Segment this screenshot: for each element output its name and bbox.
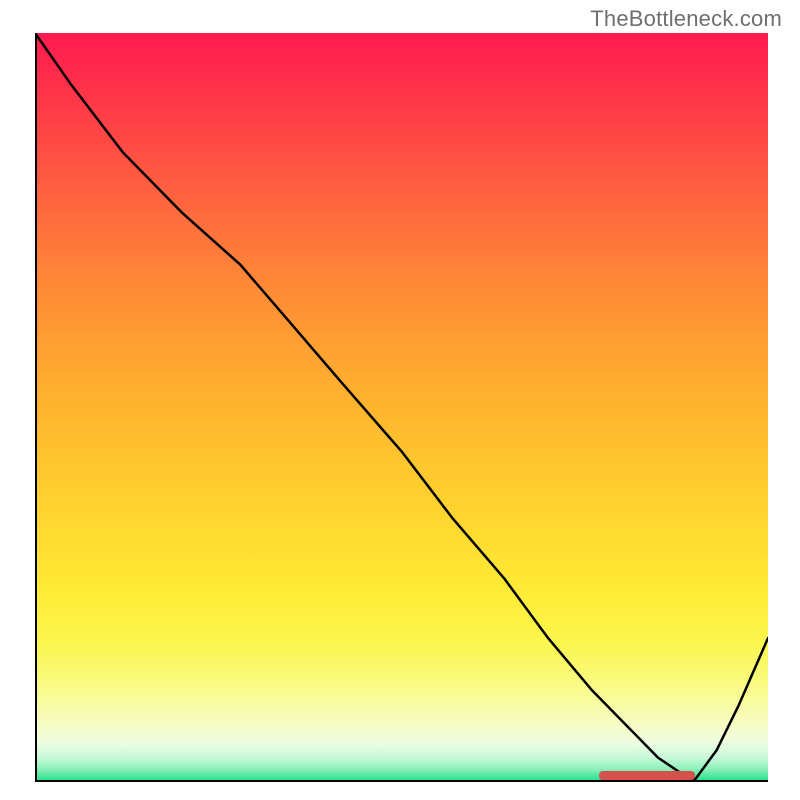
x-axis [35, 780, 768, 782]
watermark-text: TheBottleneck.com [590, 6, 782, 32]
y-axis [35, 33, 37, 780]
optimum-marker [599, 771, 694, 780]
line-curve [35, 33, 768, 780]
plot-area [35, 33, 768, 780]
